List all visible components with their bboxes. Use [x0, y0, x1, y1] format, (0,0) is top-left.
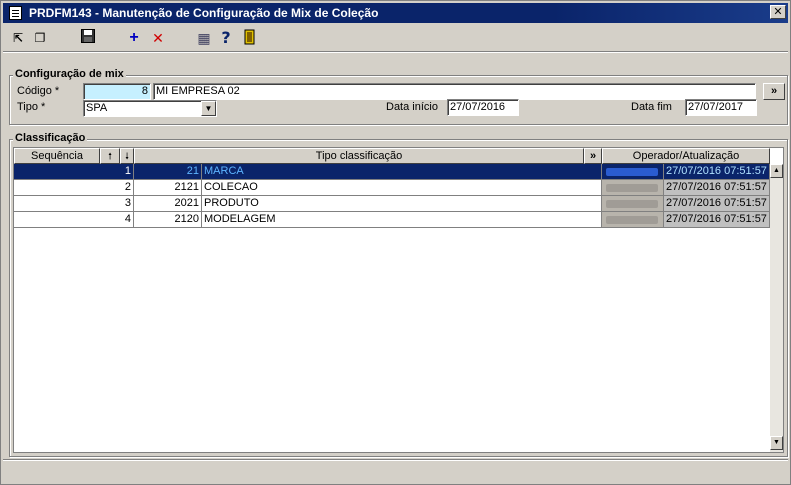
- config-group-legend: Configuração de mix: [13, 68, 126, 80]
- cell-tipo-descricao: COLECAO: [202, 180, 602, 196]
- cell-operador-redacted: [602, 164, 664, 180]
- column-header-sequencia[interactable]: Sequência: [14, 148, 100, 164]
- help-icon[interactable]: ?: [217, 29, 235, 47]
- data-fim-input[interactable]: 27/07/2017: [685, 99, 757, 116]
- lookup-button[interactable]: »: [763, 83, 785, 100]
- copy-icon[interactable]: ❐: [31, 29, 49, 47]
- redacted-operator: [606, 168, 658, 176]
- table-row[interactable]: 4 2120 MODELAGEM 27/07/2016 07:51:57: [14, 212, 770, 228]
- empresa-field[interactable]: MI EMPRESA 02: [153, 83, 756, 100]
- cell-atualizacao: 27/07/2016 07:51:57: [664, 196, 770, 212]
- delete-icon[interactable]: ✕: [149, 29, 167, 47]
- add-icon[interactable]: +: [125, 29, 143, 47]
- toolbar-separator: [3, 51, 788, 53]
- cell-tipo-codigo: 2021: [134, 196, 202, 212]
- calendar-icon[interactable]: ▦: [195, 29, 213, 47]
- data-inicio-input[interactable]: 27/07/2016: [447, 99, 519, 116]
- data-fim-label: Data fim: [631, 101, 672, 113]
- table-row[interactable]: 2 2121 COLECAO 27/07/2016 07:51:57: [14, 180, 770, 196]
- table-row[interactable]: 1 21 MARCA 27/07/2016 07:51:57: [14, 164, 770, 180]
- close-button[interactable]: ✕: [770, 5, 786, 19]
- exit-door-graphic: [244, 29, 255, 45]
- cell-tipo-descricao: MODELAGEM: [202, 212, 602, 228]
- cell-operador-redacted: [602, 212, 664, 228]
- window-title: PRDFM143 - Manutenção de Configuração de…: [29, 6, 379, 20]
- export-icon[interactable]: ⇱: [9, 29, 27, 47]
- expand-column-button[interactable]: »: [584, 148, 602, 164]
- cell-sequencia: 4: [14, 212, 134, 228]
- cell-tipo-codigo: 2120: [134, 212, 202, 228]
- app-document-icon: [9, 6, 22, 20]
- save-icon-graphic: [81, 29, 95, 43]
- classificacao-grid: Sequência 🠕 🠗 Tipo classificação » Opera…: [13, 147, 784, 453]
- tipo-select[interactable]: SPA ▼: [83, 100, 217, 117]
- title-bar[interactable]: PRDFM143 - Manutenção de Configuração de…: [3, 3, 788, 23]
- save-icon[interactable]: [79, 29, 97, 47]
- table-row[interactable]: 3 2021 PRODUTO 27/07/2016 07:51:57: [14, 196, 770, 212]
- scroll-up-icon[interactable]: ▲: [770, 164, 783, 178]
- redacted-operator: [606, 184, 658, 192]
- cell-atualizacao: 27/07/2016 07:51:57: [664, 164, 770, 180]
- vertical-scrollbar[interactable]: ▲ ▼: [770, 164, 783, 452]
- codigo-label: Código *: [17, 85, 60, 97]
- cell-sequencia: 2: [14, 180, 134, 196]
- chevron-down-icon[interactable]: ▼: [201, 101, 216, 116]
- toolbar: ⇱ ❐ + ✕ ▦ ?: [3, 25, 788, 51]
- codigo-input[interactable]: 8: [83, 83, 151, 100]
- cell-tipo-codigo: 21: [134, 164, 202, 180]
- application-window: PRDFM143 - Manutenção de Configuração de…: [0, 0, 791, 485]
- classificacao-group-legend: Classificação: [13, 132, 88, 144]
- cell-tipo-descricao: PRODUTO: [202, 196, 602, 212]
- cell-tipo-descricao: MARCA: [202, 164, 602, 180]
- sort-down-icon[interactable]: 🠗: [120, 148, 134, 164]
- cell-operador-redacted: [602, 196, 664, 212]
- cell-sequencia: 1: [14, 164, 134, 180]
- redacted-operator: [606, 200, 658, 208]
- column-header-tipo[interactable]: Tipo classificação: [134, 148, 584, 164]
- cell-atualizacao: 27/07/2016 07:51:57: [664, 180, 770, 196]
- exit-door-icon[interactable]: [241, 29, 259, 47]
- cell-sequencia: 3: [14, 196, 134, 212]
- sort-up-icon[interactable]: 🠕: [100, 148, 120, 164]
- status-bar: [3, 459, 788, 483]
- tipo-select-value: SPA: [86, 102, 108, 114]
- tipo-label: Tipo *: [17, 101, 46, 113]
- cell-atualizacao: 27/07/2016 07:51:57: [664, 212, 770, 228]
- data-inicio-label: Data início: [386, 101, 438, 113]
- scroll-down-icon[interactable]: ▼: [770, 436, 783, 450]
- cell-operador-redacted: [602, 180, 664, 196]
- cell-tipo-codigo: 2121: [134, 180, 202, 196]
- column-header-operador[interactable]: Operador/Atualização: [602, 148, 770, 164]
- redacted-operator: [606, 216, 658, 224]
